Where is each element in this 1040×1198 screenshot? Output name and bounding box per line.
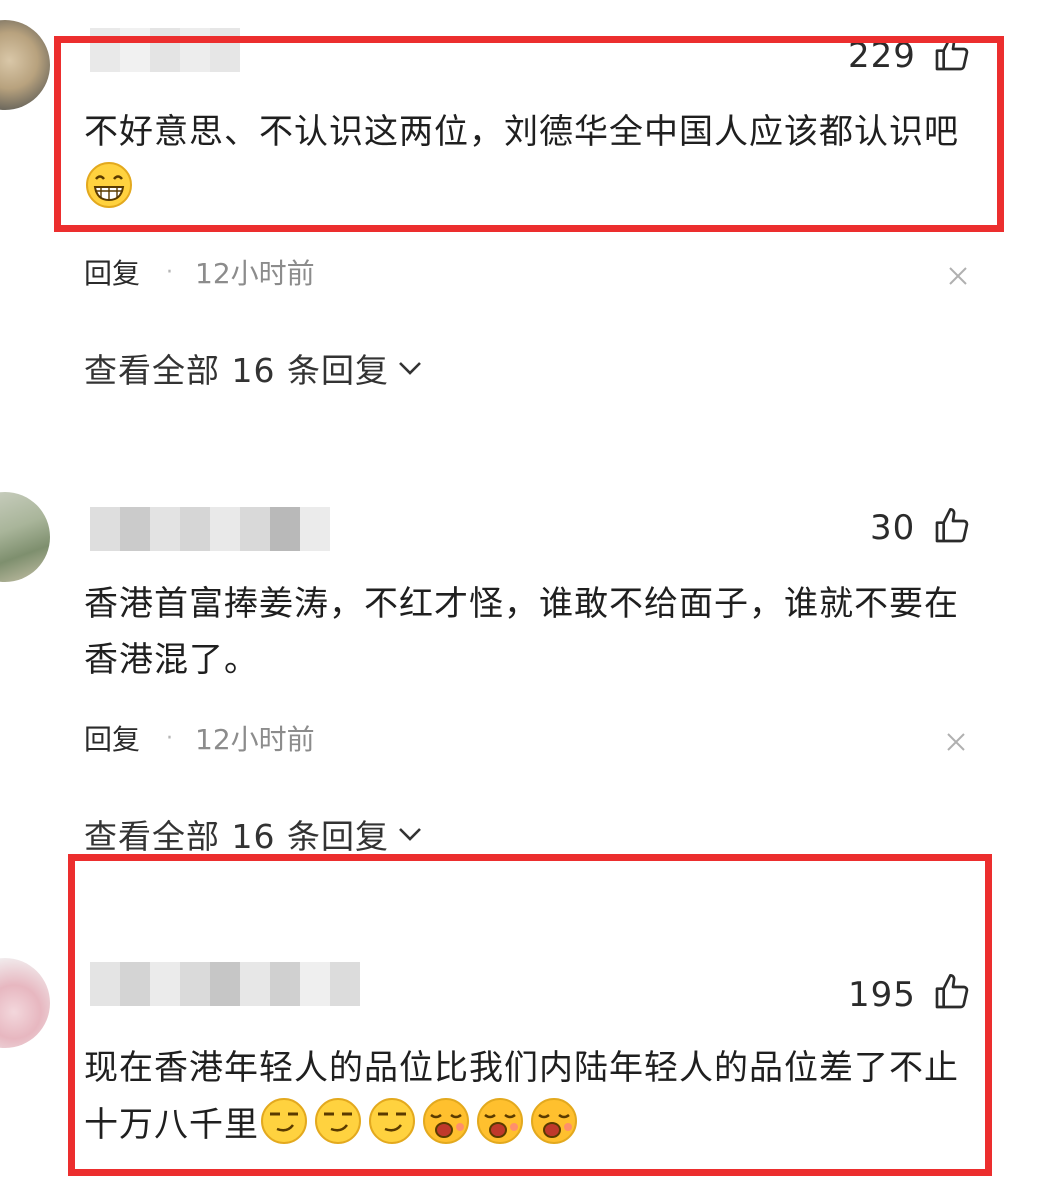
timestamp: 12小时前 [195, 257, 315, 290]
chevron-down-icon [399, 828, 421, 841]
thumbs-up-icon[interactable] [932, 506, 972, 546]
separator-dot: · [166, 725, 174, 751]
avatar[interactable] [0, 20, 50, 110]
view-all-label: 查看全部 16 条回复 [84, 817, 389, 856]
avatar[interactable] [0, 492, 50, 582]
close-icon[interactable] [947, 265, 969, 287]
comment-meta: 回复 · 12小时前 [84, 252, 315, 292]
highlight-box [54, 36, 1004, 232]
reply-button[interactable]: 回复 [84, 252, 140, 292]
avatar[interactable] [0, 958, 50, 1048]
view-all-label: 查看全部 16 条回复 [84, 351, 389, 390]
reply-button[interactable]: 回复 [84, 718, 140, 758]
view-all-replies[interactable]: 查看全部 16 条回复 [84, 344, 423, 392]
username-blurred[interactable] [90, 507, 330, 551]
view-all-replies[interactable]: 查看全部 16 条回复 [84, 810, 423, 858]
like-count: 30 [870, 508, 916, 548]
comment-text: 香港首富捧姜涛，不红才怪，谁敢不给面子，谁就不要在香港混了。 [84, 584, 959, 680]
chevron-down-icon [399, 362, 421, 375]
comment-meta: 回复 · 12小时前 [84, 718, 315, 758]
timestamp: 12小时前 [195, 723, 315, 756]
highlight-box [68, 854, 992, 1176]
separator-dot: · [166, 259, 174, 285]
close-icon[interactable] [945, 731, 967, 753]
